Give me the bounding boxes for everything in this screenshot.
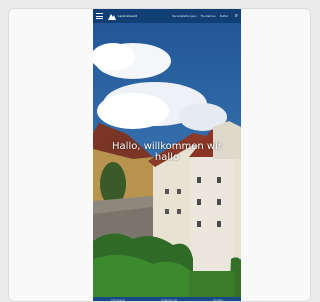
nav-link-2[interactable]: Kultur bbox=[220, 14, 229, 18]
search-icon[interactable]: ⌕ bbox=[235, 13, 238, 19]
footer-link-2[interactable]: Kontakt bbox=[213, 299, 223, 302]
site-logo[interactable]: Landratsamt bbox=[108, 13, 137, 20]
hero-headline: Hallo, willkommen wir hallo bbox=[112, 141, 222, 163]
bottom-bar: Impressum Datenschutz Kontakt bbox=[93, 297, 241, 302]
preview-card: Landratsamt Veranstaltungen Tourismus Ku… bbox=[8, 8, 311, 302]
main-nav: Veranstaltungen Tourismus Kultur ⌕ bbox=[172, 13, 238, 19]
nav-link-0[interactable]: Veranstaltungen bbox=[172, 14, 197, 18]
mobile-screenshot: Landratsamt Veranstaltungen Tourismus Ku… bbox=[93, 9, 241, 302]
nav-link-1[interactable]: Tourismus bbox=[201, 14, 216, 18]
logo-icon bbox=[108, 13, 116, 20]
footer-link-0[interactable]: Impressum bbox=[111, 299, 125, 302]
logo-text: Landratsamt bbox=[118, 13, 138, 18]
menu-icon[interactable] bbox=[96, 13, 103, 19]
top-navigation-bar: Landratsamt Veranstaltungen Tourismus Ku… bbox=[93, 9, 241, 23]
footer-link-1[interactable]: Datenschutz bbox=[161, 299, 177, 302]
